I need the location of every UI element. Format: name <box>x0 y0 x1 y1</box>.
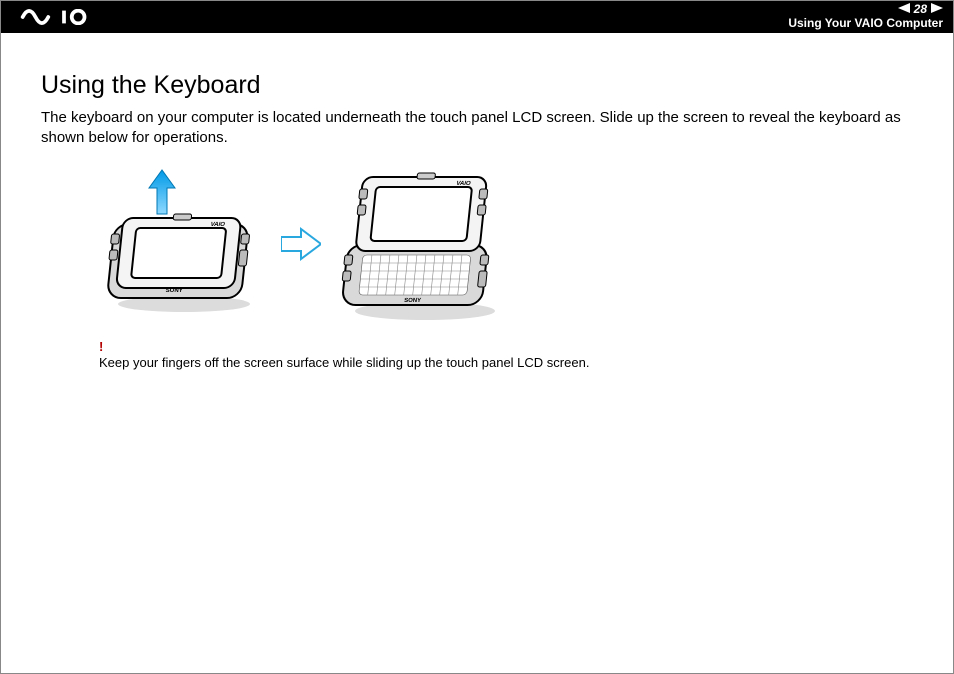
section-heading: Using the Keyboard <box>41 71 901 100</box>
nav-next-icon[interactable] <box>931 3 943 17</box>
vaio-logo <box>11 9 109 25</box>
page-content: Using the Keyboard The keyboard on your … <box>1 33 953 390</box>
svg-text:VAIO: VAIO <box>456 181 471 187</box>
nav-prev-icon[interactable] <box>898 3 910 17</box>
slide-up-arrow-icon <box>149 170 175 214</box>
svg-text:VAIO: VAIO <box>210 222 225 228</box>
header-section-title: Using Your VAIO Computer <box>788 17 943 31</box>
header-bar: 28 Using Your VAIO Computer <box>1 1 953 33</box>
transition-arrow-icon <box>281 227 321 261</box>
caution-icon: ! <box>99 339 901 354</box>
header-right: 28 Using Your VAIO Computer <box>788 3 943 31</box>
svg-text:SONY: SONY <box>165 288 183 294</box>
caution-text: Keep your fingers off the screen surface… <box>99 355 589 370</box>
figure-device-open: SONY VAIO <box>333 159 513 329</box>
svg-text:SONY: SONY <box>404 298 422 304</box>
figure-row: VAIO SONY <box>99 159 901 329</box>
intro-paragraph: The keyboard on your computer is located… <box>41 108 901 149</box>
figure-device-closed: VAIO SONY <box>99 164 269 324</box>
caution-note: ! Keep your fingers off the screen surfa… <box>99 339 901 370</box>
page-number: 28 <box>914 3 927 17</box>
